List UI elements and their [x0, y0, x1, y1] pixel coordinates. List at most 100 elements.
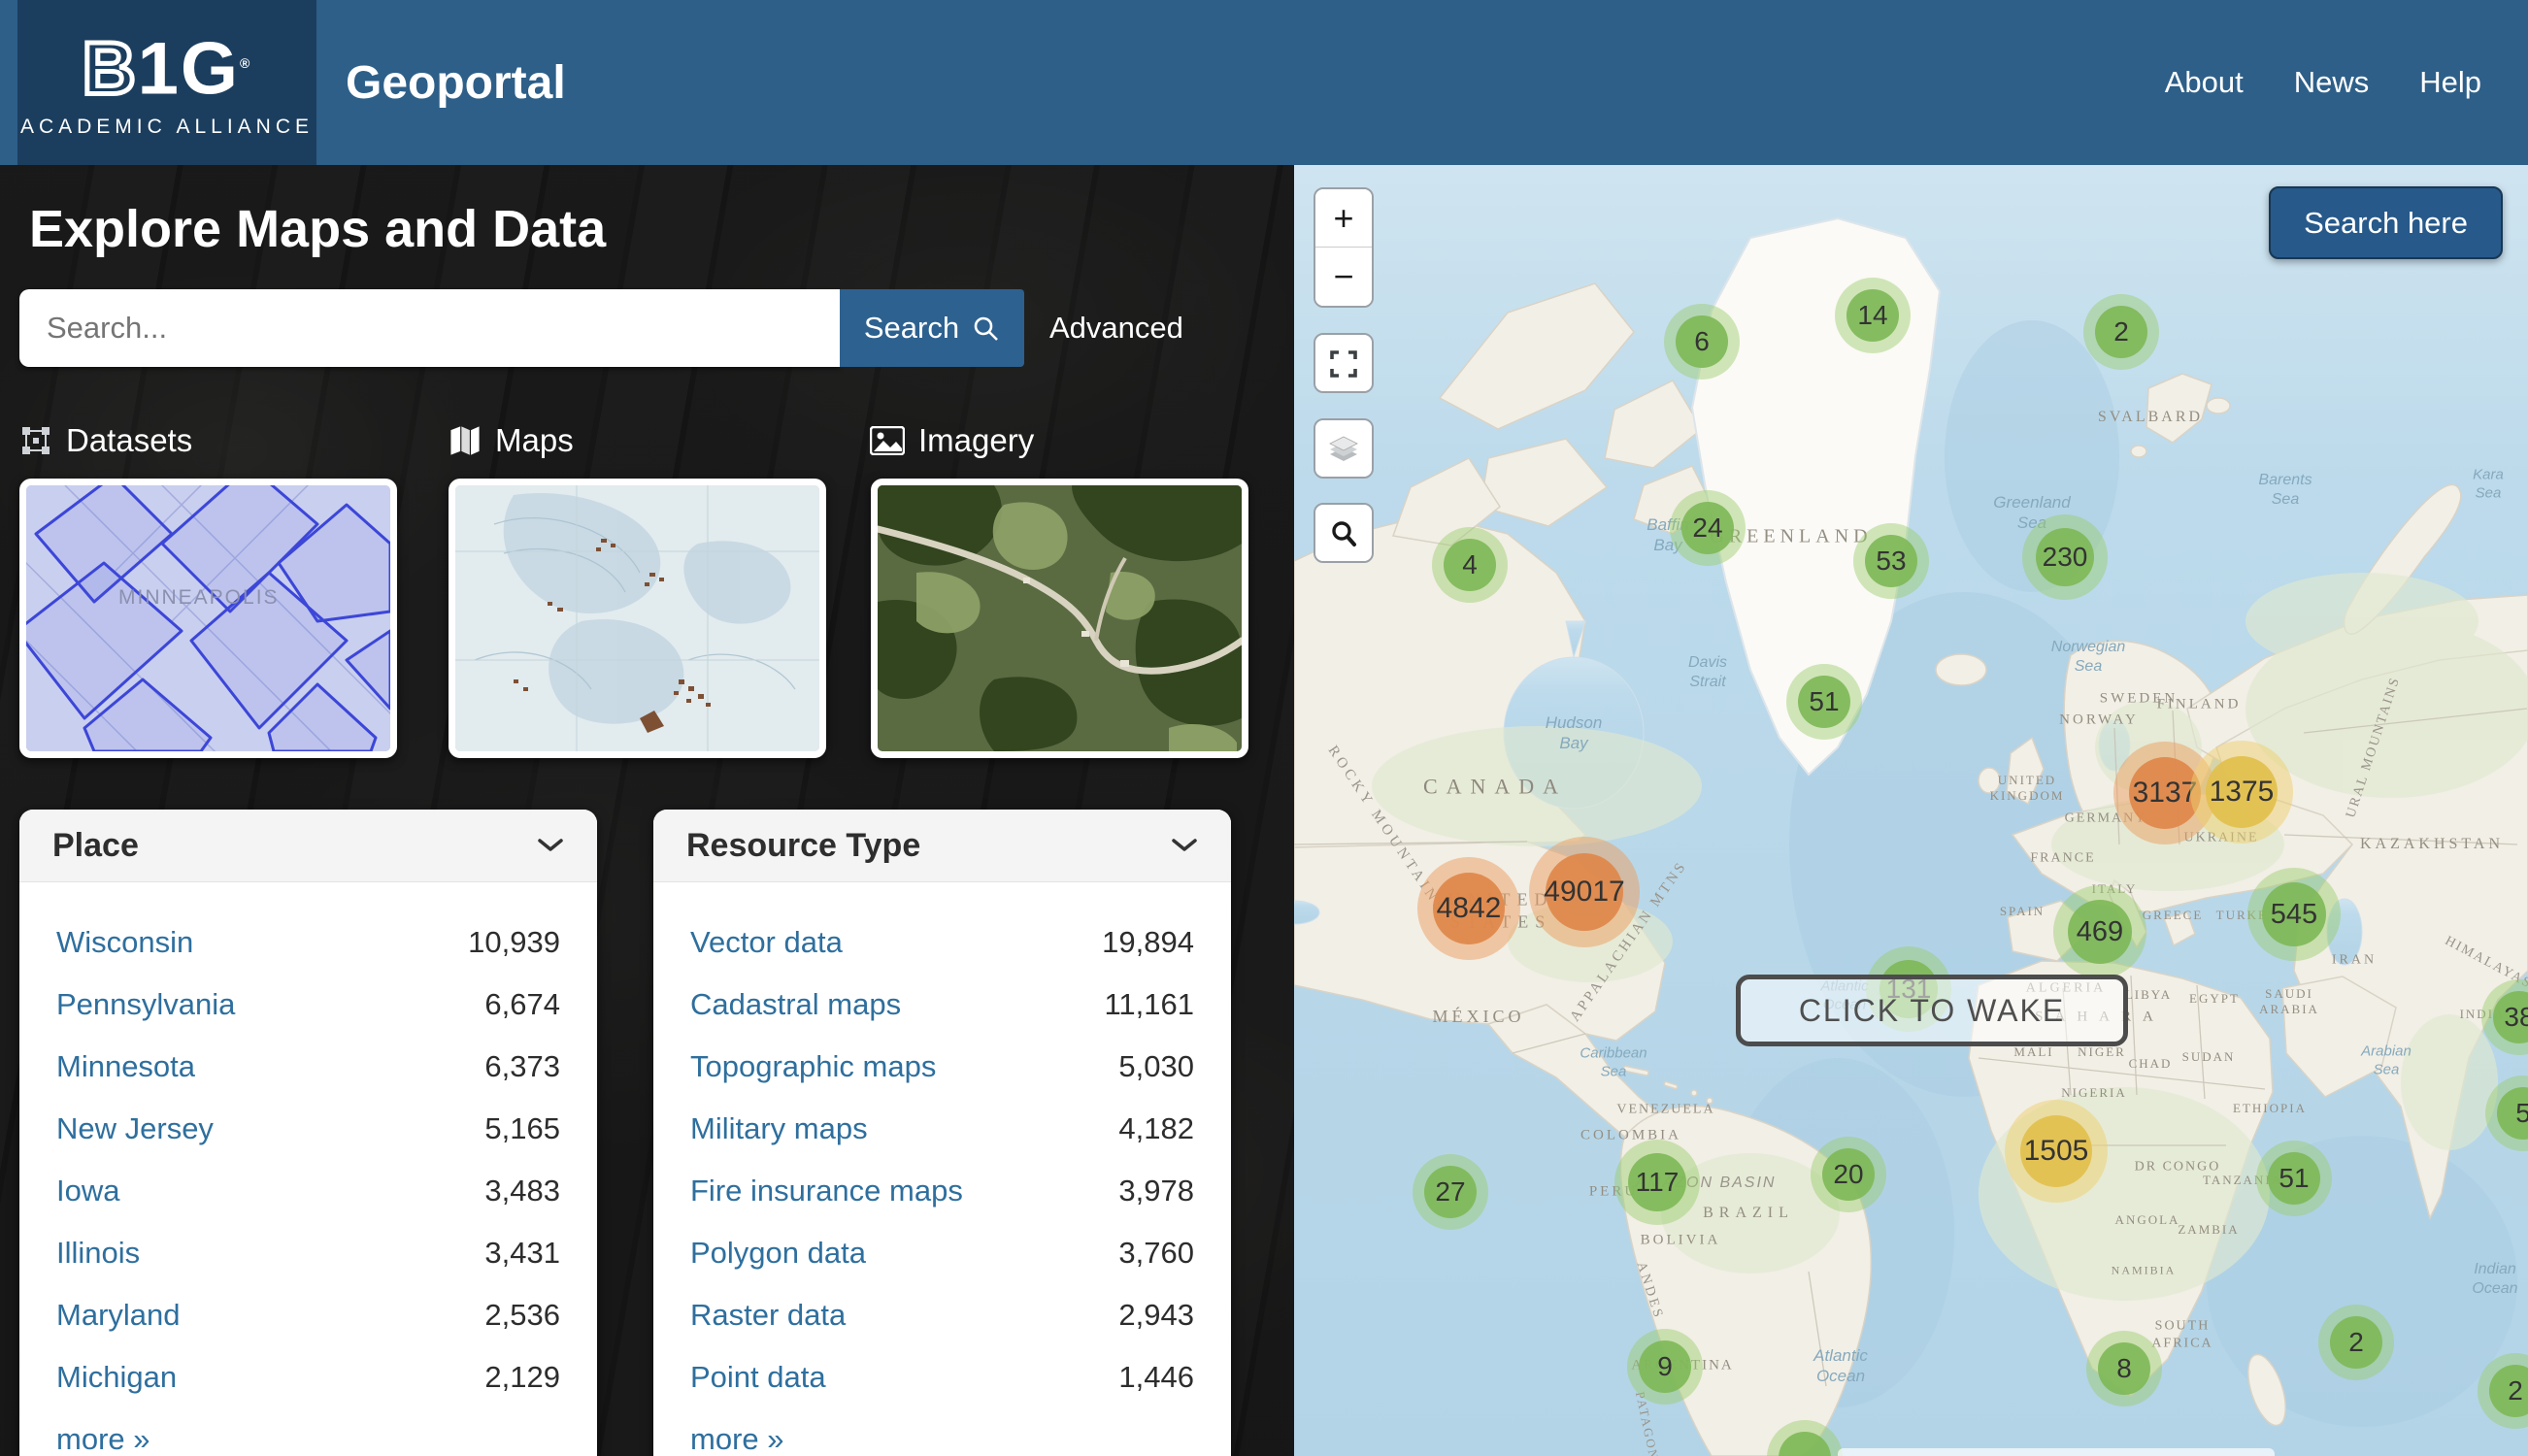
- place-facet-row: Illinois3,431: [56, 1222, 560, 1284]
- facet-value-link[interactable]: New Jersey: [56, 1111, 214, 1146]
- maps-thumbnail-card[interactable]: [449, 479, 826, 758]
- map-cluster-marker[interactable]: 49017: [1529, 837, 1640, 947]
- facet-count: 6,373: [484, 1049, 560, 1084]
- facet-count: 3,483: [484, 1174, 560, 1208]
- search-input[interactable]: [19, 289, 840, 367]
- map-cluster-marker[interactable]: 4842: [1417, 857, 1520, 960]
- datasets-thumbnail-card[interactable]: MINNEAPOLIS: [19, 479, 397, 758]
- place-facet-row: Maryland2,536: [56, 1284, 560, 1346]
- category-label: Datasets: [66, 422, 192, 459]
- imagery-icon: [870, 426, 905, 455]
- cluster-count: 117: [1628, 1153, 1686, 1211]
- map-cluster-marker[interactable]: 8: [2086, 1331, 2162, 1406]
- zoom-out-button[interactable]: −: [1315, 248, 1372, 306]
- layers-button[interactable]: [1315, 420, 1372, 479]
- facet-count: 1,446: [1118, 1360, 1194, 1395]
- category-datasets[interactable]: Datasets: [19, 422, 192, 459]
- facet-value-link[interactable]: Wisconsin: [56, 925, 193, 960]
- map-cluster-marker[interactable]: 27: [1413, 1154, 1488, 1230]
- map-cluster-marker[interactable]: 9: [1627, 1329, 1703, 1405]
- facet-value-link[interactable]: Michigan: [56, 1360, 177, 1395]
- layers-icon: [1327, 434, 1360, 465]
- nav-link-news[interactable]: News: [2294, 65, 2370, 100]
- place-facet-row: Pennsylvania 6,674: [56, 974, 560, 1036]
- facet-more-link[interactable]: more »: [56, 1422, 150, 1456]
- cluster-count: 469: [2068, 900, 2132, 964]
- cluster-count: 24: [1681, 502, 1734, 554]
- cluster-count: 2: [2330, 1316, 2382, 1369]
- facet-value-link[interactable]: Raster data: [690, 1298, 846, 1333]
- facet-count: 6,674: [484, 987, 560, 1022]
- map-cluster-marker[interactable]: 2: [2083, 294, 2159, 370]
- facet-value-link[interactable]: Iowa: [56, 1174, 119, 1208]
- facet-value-link[interactable]: Polygon data: [690, 1236, 866, 1271]
- search-row: Search Advanced: [19, 289, 1183, 367]
- map-cluster-marker[interactable]: 2: [2318, 1305, 2394, 1380]
- facet-value-link[interactable]: Topographic maps: [690, 1049, 936, 1084]
- world-map[interactable]: GREENLANDSVALBARDGreenland SeaBaffin Bay…: [1294, 165, 2528, 1456]
- map-cluster-marker[interactable]: 5: [2485, 1075, 2528, 1151]
- resource-type-facet-more-row: more »: [690, 1408, 1194, 1456]
- fullscreen-button[interactable]: [1315, 335, 1372, 393]
- facet-value-link[interactable]: Pennsylvania: [56, 987, 235, 1022]
- resource-type-facet-row: Raster data 2,943: [690, 1284, 1194, 1346]
- map-cluster-marker[interactable]: 1505: [2005, 1100, 2108, 1203]
- facet-value-link[interactable]: Point data: [690, 1360, 826, 1395]
- map-cluster-marker[interactable]: [1767, 1420, 1843, 1456]
- facet-count: 2,943: [1118, 1298, 1194, 1333]
- map-cluster-marker[interactable]: 545: [2247, 868, 2341, 961]
- map-cluster-marker[interactable]: 51: [1786, 664, 1862, 740]
- imagery-thumbnail-image: [878, 485, 1242, 751]
- map-cluster-marker[interactable]: 1375: [2190, 741, 2293, 844]
- facet-value-link[interactable]: Cadastral maps: [690, 987, 901, 1022]
- resource-type-facet-header[interactable]: Resource Type: [653, 810, 1231, 882]
- map-cluster-marker[interactable]: 20: [1811, 1137, 1886, 1212]
- map-cluster-marker[interactable]: 469: [2053, 885, 2146, 978]
- zoom-in-button[interactable]: +: [1315, 189, 1372, 248]
- nav-link-help[interactable]: Help: [2419, 65, 2481, 100]
- cluster-count: 2: [2489, 1365, 2528, 1417]
- place-facet-header[interactable]: Place: [19, 810, 597, 882]
- facet-more-link[interactable]: more »: [690, 1422, 783, 1456]
- cluster-count: 38: [2493, 991, 2528, 1043]
- map-cluster-marker[interactable]: 24: [1670, 490, 1746, 566]
- map-search-button[interactable]: [1315, 505, 1372, 563]
- category-imagery[interactable]: Imagery: [870, 422, 1034, 459]
- facet-value-link[interactable]: Military maps: [690, 1111, 868, 1146]
- map-cluster-marker[interactable]: 2: [2478, 1353, 2528, 1429]
- map-cluster-marker[interactable]: 51: [2256, 1141, 2332, 1216]
- facet-value-link[interactable]: Minnesota: [56, 1049, 195, 1084]
- category-maps[interactable]: Maps: [449, 422, 574, 459]
- map-cluster-marker[interactable]: 53: [1853, 523, 1929, 599]
- map-cluster-marker[interactable]: 38: [2481, 979, 2528, 1055]
- place-facet-row: New Jersey5,165: [56, 1098, 560, 1160]
- facet-value-link[interactable]: Fire insurance maps: [690, 1174, 963, 1208]
- search-button[interactable]: Search: [840, 289, 1024, 367]
- maps-thumbnail-image: [455, 485, 819, 751]
- imagery-thumbnail-card[interactable]: [871, 479, 1248, 758]
- map-wake-overlay[interactable]: CLICK TO WAKE: [1736, 975, 2128, 1046]
- logo-subtitle: ACADEMIC ALLIANCE: [20, 116, 314, 139]
- advanced-search-link[interactable]: Advanced: [1049, 289, 1183, 367]
- layers-control: [1314, 418, 1374, 479]
- cluster-count: 14: [1846, 289, 1899, 342]
- map-cluster-marker[interactable]: 117: [1614, 1140, 1700, 1225]
- cluster-count: 6: [1676, 315, 1728, 368]
- registered-mark: ®: [240, 55, 251, 71]
- map-cluster-marker[interactable]: 6: [1664, 304, 1740, 380]
- map-search-control: [1314, 503, 1374, 563]
- facet-value-link[interactable]: Vector data: [690, 925, 843, 960]
- map-cluster-marker[interactable]: 230: [2022, 514, 2108, 600]
- nav-link-about[interactable]: About: [2165, 65, 2244, 100]
- resource-type-facet-title: Resource Type: [686, 827, 920, 865]
- map-cluster-marker[interactable]: 14: [1835, 278, 1911, 353]
- map-cluster-marker[interactable]: 4: [1432, 527, 1508, 603]
- cluster-count: 230: [2036, 528, 2094, 586]
- place-facet-list: Wisconsin10,939Pennsylvania6,674Minnesot…: [19, 882, 597, 1456]
- facet-value-link[interactable]: Illinois: [56, 1236, 140, 1271]
- facet-value-link[interactable]: Maryland: [56, 1298, 181, 1333]
- search-here-button[interactable]: Search here: [2269, 186, 2503, 259]
- btaa-logo[interactable]: B1G® ACADEMIC ALLIANCE: [17, 0, 316, 165]
- cluster-count: 5: [2497, 1087, 2528, 1140]
- chevron-down-icon: [537, 838, 564, 853]
